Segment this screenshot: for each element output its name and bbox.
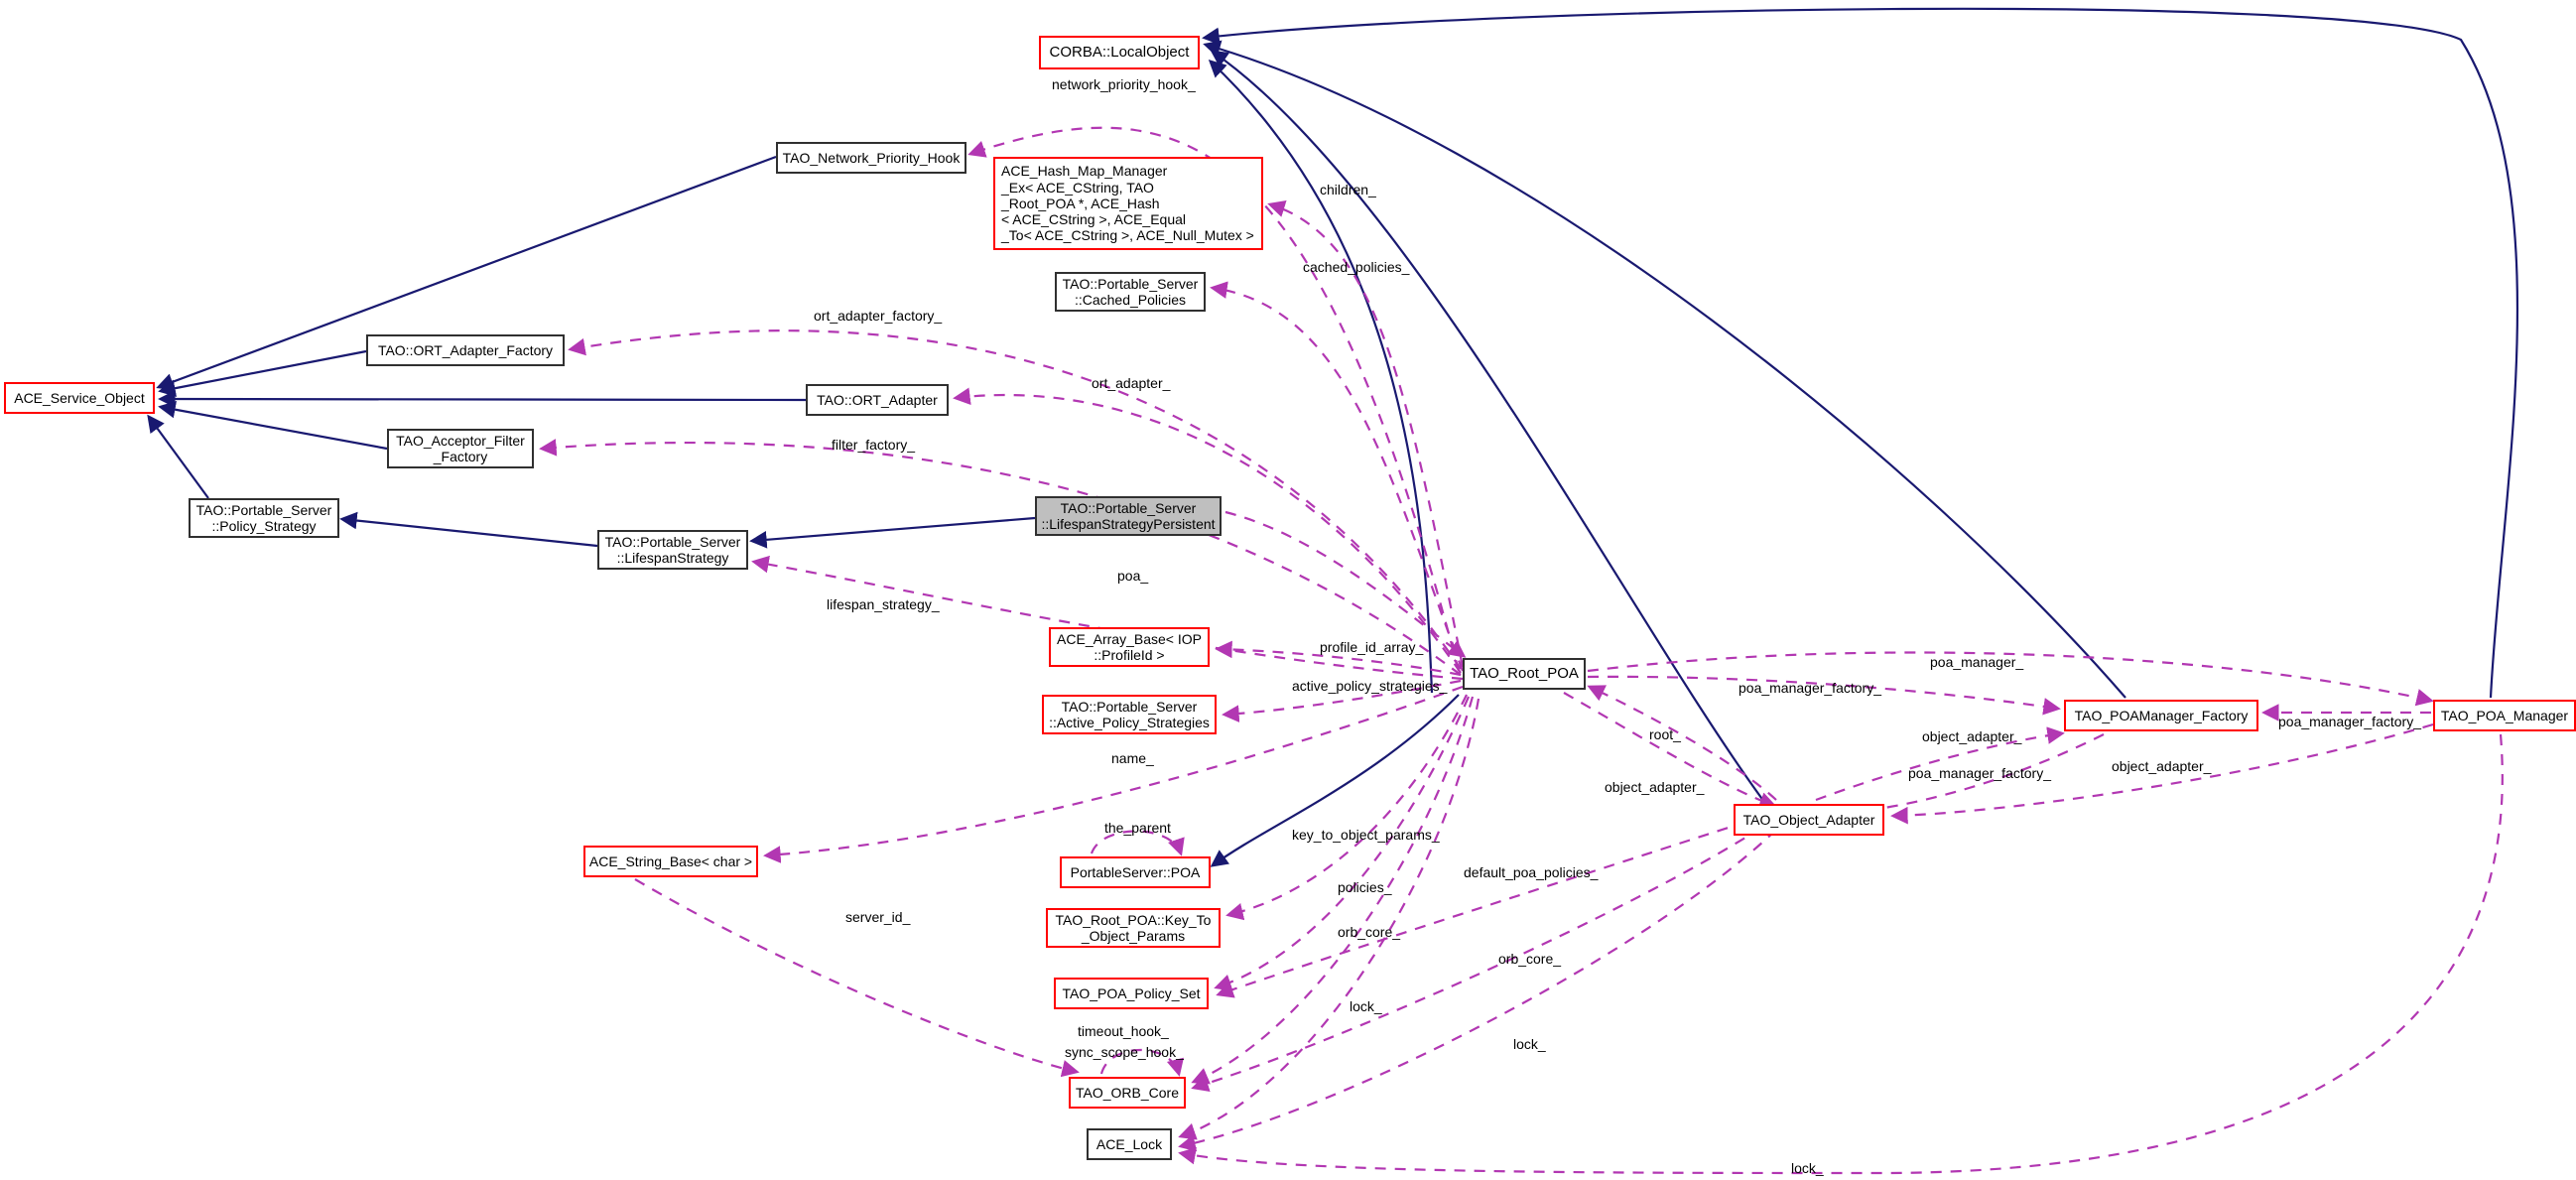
node-object-adapter[interactable]: TAO_Object_Adapter bbox=[1734, 804, 1884, 836]
edge-serviceobject-policystrategy bbox=[149, 417, 208, 498]
edge-lifespanstrategy-lifespanpersistent bbox=[752, 518, 1035, 541]
edge-label-poa-manager-factory-3: poa_manager_factory_ bbox=[1908, 766, 2051, 782]
collaboration-diagram: CORBA::LocalObject TAO_Network_Priority_… bbox=[0, 0, 2576, 1180]
node-portableserver-poa[interactable]: PortableServer::POA bbox=[1060, 856, 1211, 888]
node-ort-adapter-factory[interactable]: TAO::ORT_Adapter_Factory bbox=[366, 334, 565, 366]
node-ace-service-object[interactable]: ACE_Service_Object bbox=[4, 382, 155, 414]
edge-label-profile-id-array: profile_id_array_ bbox=[1320, 640, 1423, 656]
edge-label-object-adapter-3: object_adapter_ bbox=[2112, 759, 2211, 775]
edge-localobject-poamanager bbox=[1205, 9, 2517, 698]
edge-label-ort-adapter: ort_adapter_ bbox=[1092, 376, 1170, 392]
node-ace-string-base[interactable]: ACE_String_Base< char > bbox=[583, 846, 758, 877]
node-lifespan-strategy[interactable]: TAO::Portable_Server ::LifespanStrategy bbox=[597, 530, 748, 570]
node-ace-array-base[interactable]: ACE_Array_Base< IOP ::ProfileId > bbox=[1049, 627, 1210, 667]
edge-label-lock-1: lock_ bbox=[1350, 999, 1382, 1015]
edge-label-poa-manager-factory-1: poa_manager_factory_ bbox=[1739, 681, 1881, 697]
edge-label-root: root_ bbox=[1649, 727, 1681, 743]
edge-serviceobject-ortadapterfactory bbox=[161, 351, 366, 391]
edge-label-poa-manager: poa_manager_ bbox=[1930, 655, 2023, 671]
edge-label-network-priority-hook: network_priority_hook_ bbox=[1052, 77, 1196, 93]
node-poamanager-factory[interactable]: TAO_POAManager_Factory bbox=[2064, 700, 2258, 731]
edge-label-object-adapter-1: object_adapter_ bbox=[1922, 729, 2021, 745]
edge-label-orb-core-1: orb_core_ bbox=[1338, 925, 1400, 941]
edge-serviceobject-ortadapter bbox=[161, 399, 806, 400]
edge-rootpoa-ortadapterfactory bbox=[571, 330, 1461, 669]
node-ort-adapter[interactable]: TAO::ORT_Adapter bbox=[806, 384, 949, 416]
edge-label-lock-3: lock_ bbox=[1791, 1161, 1824, 1177]
edge-label-poa-manager-factory-2: poa_manager_factory_ bbox=[2278, 715, 2421, 730]
edge-rootpoa-cachedpolicies bbox=[1213, 288, 1463, 671]
edge-label-sync-scope-hook: sync_scope_hook_ bbox=[1065, 1045, 1184, 1061]
edge-label-timeout-hook: timeout_hook_ bbox=[1078, 1024, 1169, 1040]
node-tao-root-poa[interactable]: TAO_Root_POA bbox=[1463, 658, 1586, 690]
node-ace-lock[interactable]: ACE_Lock bbox=[1087, 1128, 1172, 1160]
node-key-to-object-params[interactable]: TAO_Root_POA::Key_To _Object_Params bbox=[1046, 908, 1221, 948]
usage-edge-group bbox=[542, 128, 2503, 1173]
node-lifespan-strategy-persistent[interactable]: TAO::Portable_Server ::LifespanStrategyP… bbox=[1035, 496, 1222, 536]
edge-label-object-adapter-2: object_adapter_ bbox=[1605, 780, 1704, 796]
edge-label-lock-2: lock_ bbox=[1513, 1037, 1546, 1053]
edge-label-key-to-object-params: key_to_object_params_ bbox=[1292, 828, 1440, 844]
node-corba-localobject[interactable]: CORBA::LocalObject bbox=[1039, 36, 1200, 69]
edge-objectadapter-poapolicyset bbox=[1219, 822, 1746, 994]
node-tao-network-priority-hook[interactable]: TAO_Network_Priority_Hook bbox=[776, 142, 966, 174]
edge-label-cached-policies: cached_policies_ bbox=[1303, 260, 1409, 276]
node-acceptor-filter-factory[interactable]: TAO_Acceptor_Filter _Factory bbox=[387, 429, 534, 468]
node-ace-hash-map-manager[interactable]: ACE_Hash_Map_Manager _Ex< ACE_CString, T… bbox=[993, 157, 1263, 250]
edge-label-lifespan-strategy: lifespan_strategy_ bbox=[827, 597, 940, 613]
edge-label-children: children_ bbox=[1320, 183, 1376, 198]
edge-rootpoa-acelock bbox=[1181, 699, 1479, 1136]
edge-serviceobject-acceptorfilterfactory bbox=[161, 407, 387, 449]
edge-rootpoa-orbcore bbox=[1194, 697, 1473, 1082]
edge-label-default-poa-policies: default_poa_policies_ bbox=[1464, 865, 1598, 881]
edge-label-policies: policies_ bbox=[1338, 880, 1391, 896]
edge-label-the-parent: the_parent bbox=[1104, 821, 1171, 837]
edge-label-active-policy-strategies: active_policy_strategies_ bbox=[1292, 679, 1447, 695]
edge-label-orb-core-2: orb_core_ bbox=[1498, 952, 1561, 968]
node-tao-orb-core[interactable]: TAO_ORB_Core bbox=[1069, 1077, 1186, 1109]
node-poa-policy-set[interactable]: TAO_POA_Policy_Set bbox=[1054, 978, 1209, 1009]
edge-policystrategy-lifespanstrategy bbox=[342, 519, 597, 546]
edge-label-filter-factory: filter_factory_ bbox=[832, 438, 915, 454]
edge-label-server-id: server_id_ bbox=[845, 910, 910, 926]
edge-layer bbox=[0, 0, 2576, 1180]
node-active-policy-strategies[interactable]: TAO::Portable_Server ::Active_Policy_Str… bbox=[1042, 695, 1217, 734]
edge-label-name: name_ bbox=[1111, 751, 1154, 767]
node-policy-strategy[interactable]: TAO::Portable_Server ::Policy_Strategy bbox=[189, 498, 339, 538]
edge-lifespanpersistent-rootpoa bbox=[1225, 512, 1464, 656]
edge-label-poa: poa_ bbox=[1117, 569, 1148, 585]
edge-localobject-poamanagerfactory bbox=[1206, 45, 2125, 698]
node-poa-manager[interactable]: TAO_POA_Manager bbox=[2433, 700, 2576, 731]
node-cached-policies[interactable]: TAO::Portable_Server ::Cached_Policies bbox=[1055, 272, 1206, 312]
edge-label-ort-adapter-factory: ort_adapter_factory_ bbox=[814, 309, 942, 325]
edge-poamanager-acelock bbox=[1181, 734, 2503, 1173]
